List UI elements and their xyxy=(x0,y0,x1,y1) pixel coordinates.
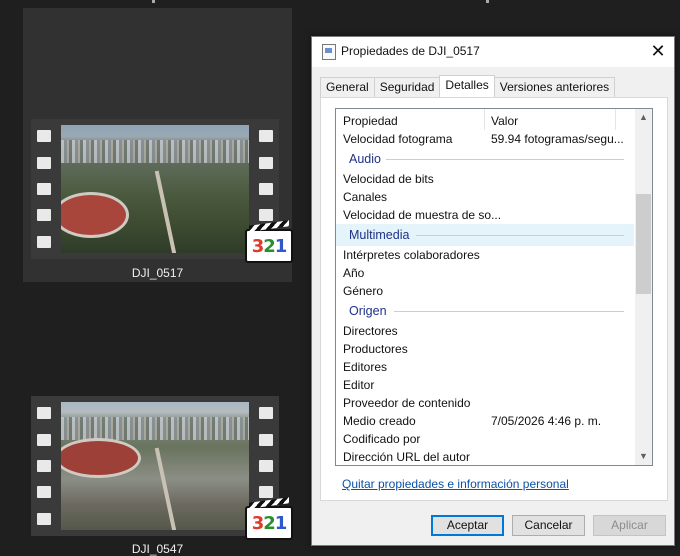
property-row[interactable]: Velocidad de bits xyxy=(336,170,634,188)
column-header-property[interactable]: Propiedad xyxy=(343,114,398,128)
file-name: DJI_0547 xyxy=(131,542,184,556)
property-row[interactable]: Canales xyxy=(336,188,634,206)
property-row[interactable]: Velocidad de muestra de so... xyxy=(336,206,634,224)
video-thumbnail: 321 xyxy=(31,119,293,263)
scrollbar-thumb[interactable] xyxy=(636,194,651,294)
property-row[interactable]: Editores xyxy=(336,358,634,376)
list-header: Propiedad Valor xyxy=(336,109,634,130)
scroll-marker xyxy=(486,0,489,3)
properties-dialog: Propiedades de DJI_0517 ✕ General Seguri… xyxy=(311,36,675,546)
ok-button[interactable]: Aceptar xyxy=(431,515,504,536)
title-bar[interactable]: Propiedades de DJI_0517 ✕ xyxy=(312,37,674,67)
mpc-hc-321-icon: 321 xyxy=(245,229,293,263)
group-header-audio[interactable]: Audio xyxy=(336,148,634,170)
file-tile-dji-0517[interactable]: 321 DJI_0517 xyxy=(23,8,293,282)
tab-strip: General Seguridad Detalles Versiones ant… xyxy=(320,75,616,97)
property-row[interactable]: Editor xyxy=(336,376,634,394)
tab-previous-versions[interactable]: Versiones anteriores xyxy=(493,77,616,97)
aerial-city-image xyxy=(61,402,249,530)
group-header-multimedia[interactable]: Multimedia xyxy=(336,224,634,246)
property-rows: Velocidad fotograma 59.94 fotogramas/seg… xyxy=(336,130,634,465)
scroll-marker xyxy=(152,0,155,3)
property-row[interactable]: Productores xyxy=(336,340,634,358)
property-row[interactable]: Directores xyxy=(336,322,634,340)
property-row[interactable]: Género xyxy=(336,282,634,300)
file-properties-icon xyxy=(322,44,336,60)
column-header-value[interactable]: Valor xyxy=(491,114,518,128)
dialog-title: Propiedades de DJI_0517 xyxy=(341,44,480,58)
vertical-scrollbar[interactable]: ▲ ▼ xyxy=(635,109,652,465)
details-panel: Propiedad Valor Velocidad fotograma 59.9… xyxy=(320,97,668,501)
remove-properties-link[interactable]: Quitar propiedades e información persona… xyxy=(342,477,569,491)
tab-details[interactable]: Detalles xyxy=(439,75,495,97)
tab-general[interactable]: General xyxy=(320,77,375,97)
aerial-city-image xyxy=(61,125,249,253)
file-name: DJI_0517 xyxy=(131,266,184,280)
property-row[interactable]: Codificado por xyxy=(336,430,634,448)
scroll-down-icon[interactable]: ▼ xyxy=(635,448,652,465)
properties-list[interactable]: Propiedad Valor Velocidad fotograma 59.9… xyxy=(335,108,653,466)
property-row[interactable]: Dirección URL del autor xyxy=(336,448,634,465)
film-holes-left xyxy=(33,123,55,255)
property-row[interactable]: Intérpretes colaboradores xyxy=(336,246,634,264)
tab-security[interactable]: Seguridad xyxy=(373,77,441,97)
video-thumbnail: 321 xyxy=(31,396,293,540)
close-button[interactable]: ✕ xyxy=(642,37,674,67)
apply-button[interactable]: Aplicar xyxy=(593,515,666,536)
property-row[interactable]: Velocidad fotograma 59.94 fotogramas/seg… xyxy=(336,130,634,148)
film-holes-left xyxy=(33,400,55,532)
property-row[interactable]: Proveedor de contenido xyxy=(336,394,634,412)
cancel-button[interactable]: Cancelar xyxy=(512,515,585,536)
property-row[interactable]: Año xyxy=(336,264,634,282)
scroll-up-icon[interactable]: ▲ xyxy=(635,109,652,126)
group-header-origen[interactable]: Origen xyxy=(336,300,634,322)
file-tile-dji-0547[interactable]: 321 DJI_0547 xyxy=(23,380,293,556)
mpc-hc-321-icon: 321 xyxy=(245,506,293,540)
property-row[interactable]: Medio creado 7/05/2026 4:46 p. m. xyxy=(336,412,634,430)
